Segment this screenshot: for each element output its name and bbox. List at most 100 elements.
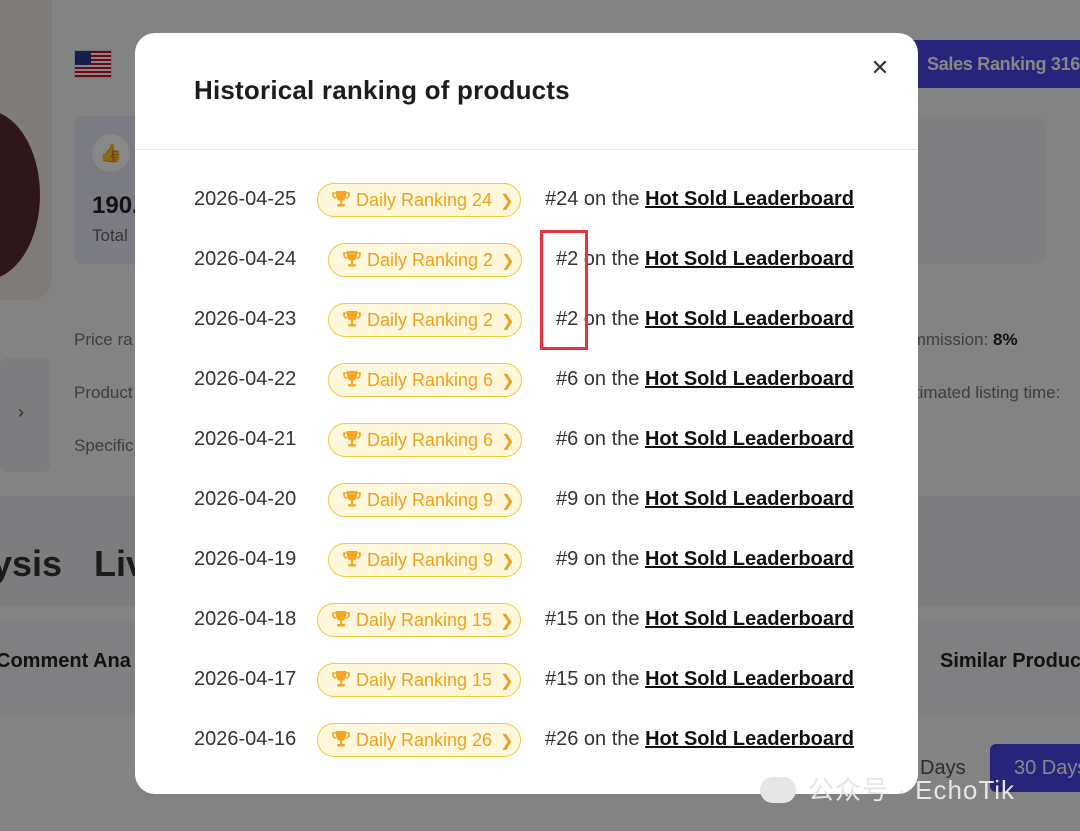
rank-number: #15: [545, 608, 579, 630]
chevron-right-icon: ❯: [501, 493, 515, 510]
badge-label: Daily Ranking 9: [367, 550, 494, 570]
ranking-date: 2026-04-24: [194, 248, 297, 270]
rank-connector-text: on the: [578, 188, 646, 210]
ranking-row: 2026-04-18 Daily Ranking 15 ❯ #15 on the Ho…: [135, 601, 918, 641]
daily-ranking-badge[interactable]: Daily Ranking 15 ❯: [317, 603, 521, 637]
chevron-right-icon: ❯: [501, 433, 515, 450]
modal-divider: [135, 149, 918, 150]
ranking-description: #2 on the Hot Sold Leaderboard: [556, 308, 854, 331]
chevron-right-icon: ❯: [501, 253, 515, 270]
hot-sold-leaderboard-link[interactable]: Hot Sold Leaderboard: [645, 728, 854, 750]
ranking-description: #26 on the Hot Sold Leaderboard: [545, 728, 854, 751]
ranking-row: 2026-04-16 Daily Ranking 26 ❯ #26 on the Ho…: [135, 721, 918, 761]
hot-sold-leaderboard-link[interactable]: Hot Sold Leaderboard: [645, 488, 854, 510]
rank-number: #9: [556, 548, 579, 570]
hot-sold-leaderboard-link[interactable]: Hot Sold Leaderboard: [645, 608, 854, 630]
hot-sold-leaderboard-link[interactable]: Hot Sold Leaderboard: [645, 248, 854, 270]
chevron-right-icon: ❯: [501, 373, 515, 390]
annotation-highlight-box: [540, 230, 588, 350]
rank-connector-text: on the: [578, 428, 645, 450]
chevron-right-icon: ❯: [501, 553, 515, 570]
ranking-date: 2026-04-16: [194, 728, 297, 750]
daily-ranking-badge[interactable]: Daily Ranking 2 ❯: [328, 243, 522, 277]
badge-label: Daily Ranking 6: [367, 370, 494, 390]
badge-label: Daily Ranking 15: [356, 670, 493, 690]
ranking-description: #2 on the Hot Sold Leaderboard: [556, 248, 854, 271]
badge-label: Daily Ranking 6: [367, 430, 494, 450]
watermark-text: 公众号 · EchoTik: [808, 775, 1016, 805]
ranking-row: 2026-04-19 Daily Ranking 9 ❯ #9 on the Hot …: [135, 541, 918, 581]
rank-connector-text: on the: [578, 248, 645, 270]
watermark: 公众号 · EchoTik: [760, 770, 1015, 807]
badge-label: Daily Ranking 24: [356, 190, 493, 210]
ranking-row: 2026-04-24 Daily Ranking 2 ❯ #2 on the Hot …: [135, 241, 918, 281]
hot-sold-leaderboard-link[interactable]: Hot Sold Leaderboard: [645, 668, 854, 690]
rank-connector-text: on the: [578, 608, 646, 630]
daily-ranking-badge[interactable]: Daily Ranking 6 ❯: [328, 423, 522, 457]
rank-number: #15: [545, 668, 579, 690]
ranking-description: #24 on the Hot Sold Leaderboard: [545, 188, 854, 211]
wechat-icon: [760, 777, 796, 803]
hot-sold-leaderboard-link[interactable]: Hot Sold Leaderboard: [645, 548, 854, 570]
trophy-icon: [343, 491, 361, 507]
ranking-description: #15 on the Hot Sold Leaderboard: [545, 668, 854, 691]
daily-ranking-badge[interactable]: Daily Ranking 24 ❯: [317, 183, 521, 217]
hot-sold-leaderboard-link[interactable]: Hot Sold Leaderboard: [645, 428, 854, 450]
ranking-description: #9 on the Hot Sold Leaderboard: [556, 548, 854, 571]
close-icon[interactable]: ✕: [868, 56, 892, 80]
hot-sold-leaderboard-link[interactable]: Hot Sold Leaderboard: [645, 368, 854, 390]
chevron-right-icon: ❯: [500, 613, 514, 630]
ranking-row: 2026-04-21 Daily Ranking 6 ❯ #6 on the Hot …: [135, 421, 918, 461]
historical-ranking-modal: Historical ranking of products ✕ 2026-04…: [135, 33, 918, 794]
trophy-icon: [343, 371, 361, 387]
daily-ranking-badge[interactable]: Daily Ranking 6 ❯: [328, 363, 522, 397]
chevron-right-icon: ❯: [500, 193, 514, 210]
ranking-date: 2026-04-22: [194, 368, 297, 390]
badge-label: Daily Ranking 15: [356, 610, 493, 630]
badge-label: Daily Ranking 9: [367, 490, 494, 510]
daily-ranking-badge[interactable]: Daily Ranking 9 ❯: [328, 543, 522, 577]
daily-ranking-badge[interactable]: Daily Ranking 9 ❯: [328, 483, 522, 517]
daily-ranking-badge[interactable]: Daily Ranking 2 ❯: [328, 303, 522, 337]
ranking-description: #6 on the Hot Sold Leaderboard: [556, 368, 854, 391]
ranking-row: 2026-04-17 Daily Ranking 15 ❯ #15 on the Ho…: [135, 661, 918, 701]
daily-ranking-badge[interactable]: Daily Ranking 26 ❯: [317, 723, 521, 757]
trophy-icon: [332, 611, 350, 627]
trophy-icon: [343, 551, 361, 567]
ranking-row: 2026-04-25 Daily Ranking 24 ❯ #24 on the Ho…: [135, 181, 918, 221]
ranking-date: 2026-04-17: [194, 668, 297, 690]
trophy-icon: [332, 191, 350, 207]
hot-sold-leaderboard-link[interactable]: Hot Sold Leaderboard: [645, 188, 854, 210]
ranking-row: 2026-04-20 Daily Ranking 9 ❯ #9 on the Hot …: [135, 481, 918, 521]
trophy-icon: [343, 431, 361, 447]
ranking-description: #9 on the Hot Sold Leaderboard: [556, 488, 854, 511]
ranking-description: #15 on the Hot Sold Leaderboard: [545, 608, 854, 631]
hot-sold-leaderboard-link[interactable]: Hot Sold Leaderboard: [645, 308, 854, 330]
chevron-right-icon: ❯: [501, 313, 515, 330]
trophy-icon: [332, 731, 350, 747]
daily-ranking-badge[interactable]: Daily Ranking 15 ❯: [317, 663, 521, 697]
trophy-icon: [332, 671, 350, 687]
rank-connector-text: on the: [578, 728, 646, 750]
trophy-icon: [343, 311, 361, 327]
badge-label: Daily Ranking 2: [367, 310, 494, 330]
rank-connector-text: on the: [578, 308, 645, 330]
ranking-row: 2026-04-22 Daily Ranking 6 ❯ #6 on the Hot …: [135, 361, 918, 401]
ranking-date: 2026-04-21: [194, 428, 297, 450]
ranking-date: 2026-04-23: [194, 308, 297, 330]
ranking-date: 2026-04-18: [194, 608, 297, 630]
rank-number: #26: [545, 728, 579, 750]
rank-number: #9: [556, 488, 579, 510]
rank-number: #24: [545, 188, 579, 210]
rank-connector-text: on the: [578, 368, 645, 390]
modal-title: Historical ranking of products: [194, 75, 570, 105]
ranking-date: 2026-04-20: [194, 488, 297, 510]
badge-label: Daily Ranking 26: [356, 730, 493, 750]
rank-number: #6: [556, 428, 579, 450]
rank-connector-text: on the: [578, 488, 645, 510]
chevron-right-icon: ❯: [500, 733, 514, 750]
ranking-description: #6 on the Hot Sold Leaderboard: [556, 428, 854, 451]
rank-connector-text: on the: [578, 548, 645, 570]
ranking-date: 2026-04-25: [194, 188, 297, 210]
badge-label: Daily Ranking 2: [367, 250, 494, 270]
